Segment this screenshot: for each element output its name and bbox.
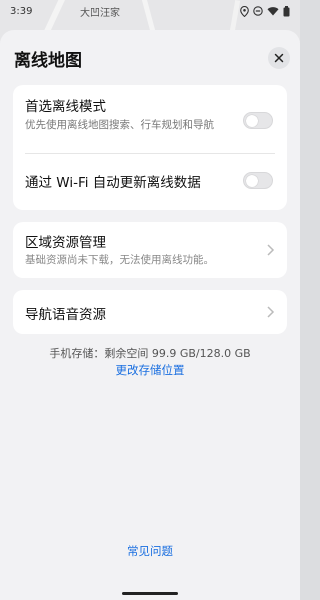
close-icon: [274, 53, 284, 63]
status-location: 大凹汪家: [80, 7, 120, 19]
wifi-auto-update-title: 通过 Wi-Fi 自动更新离线数据: [25, 175, 201, 191]
region-resources-card[interactable]: 区域资源管理 基础资源尚未下载，无法使用离线功能。: [13, 222, 287, 278]
prefer-offline-subtitle: 优先使用离线地图搜索、行车规划和导航: [25, 119, 214, 131]
battery-icon: [283, 5, 290, 17]
location-icon: [240, 5, 249, 17]
wifi-auto-update-toggle[interactable]: [243, 172, 273, 189]
status-icons: [240, 5, 290, 17]
faq-link[interactable]: 常见问题: [0, 543, 300, 559]
divider: [25, 153, 275, 154]
prefer-offline-title: 首选离线模式: [25, 99, 106, 115]
offline-map-sheet: 离线地图 首选离线模式 优先使用离线地图搜索、行车规划和导航 通过 Wi-Fi …: [0, 30, 300, 600]
close-button[interactable]: [268, 47, 290, 69]
prefer-offline-toggle[interactable]: [243, 112, 273, 129]
chevron-right-icon: [267, 306, 275, 318]
home-indicator[interactable]: [122, 592, 178, 595]
sheet-header: 离线地图: [14, 46, 290, 71]
status-bar: 3:39 大凹汪家: [0, 0, 300, 22]
change-storage-link[interactable]: 更改存储位置: [0, 362, 300, 378]
wifi-icon: [267, 6, 279, 16]
offline-settings-card: 首选离线模式 优先使用离线地图搜索、行车规划和导航 通过 Wi-Fi 自动更新离…: [13, 85, 287, 210]
nav-voice-card[interactable]: 导航语音资源: [13, 290, 287, 334]
page-title: 离线地图: [14, 50, 82, 71]
region-resources-title: 区域资源管理: [25, 235, 106, 251]
nav-voice-title: 导航语音资源: [25, 307, 106, 323]
chevron-right-icon: [267, 244, 275, 256]
status-time: 3:39: [10, 5, 33, 17]
region-resources-subtitle: 基础资源尚未下载，无法使用离线功能。: [25, 254, 214, 266]
minus-circle-icon: [253, 6, 263, 16]
storage-info: 手机存储：剩余空间 99.9 GB/128.0 GB: [49, 347, 251, 360]
